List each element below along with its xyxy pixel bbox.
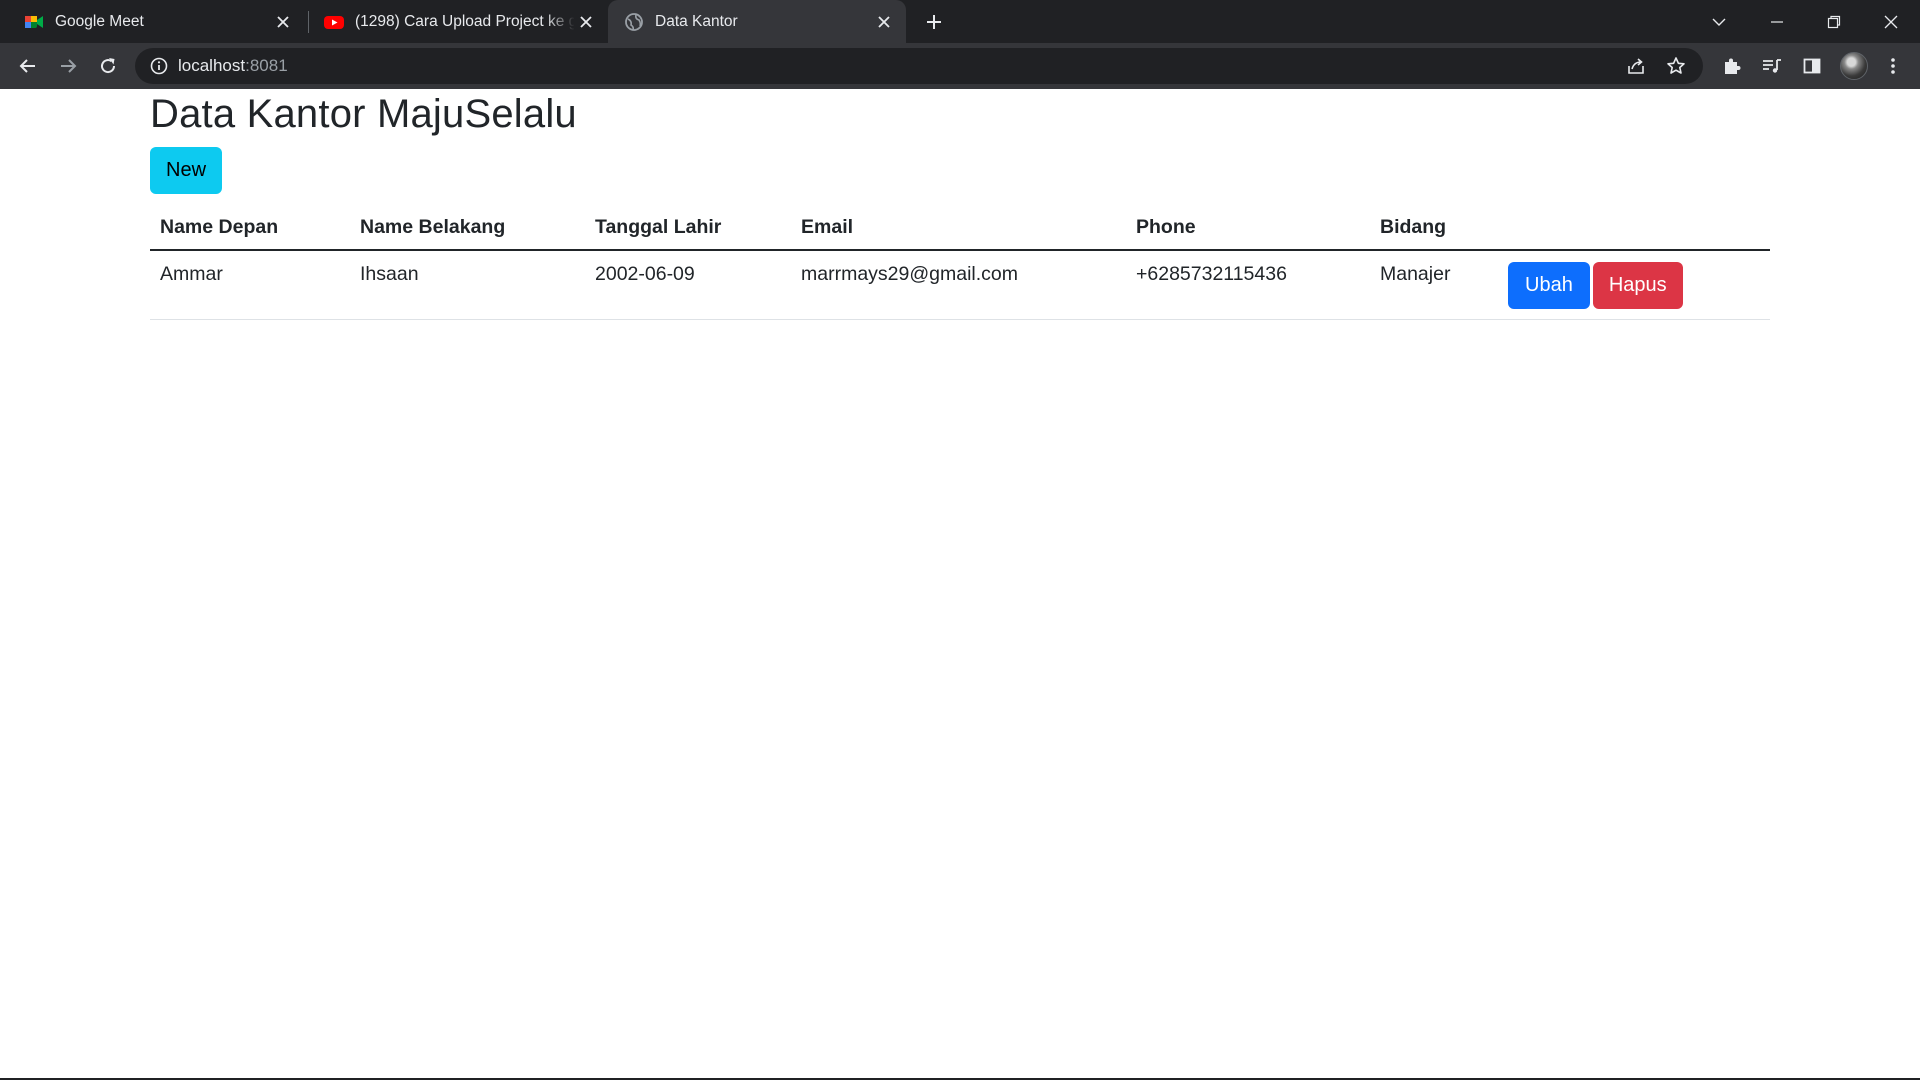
minimize-button[interactable] xyxy=(1748,0,1805,43)
cell-tanggal-lahir: 2002-06-09 xyxy=(585,250,791,320)
cell-email: marrmays29@gmail.com xyxy=(791,250,1126,320)
address-bar[interactable]: localhost:8081 xyxy=(135,48,1703,84)
header-tanggal-lahir: Tanggal Lahir xyxy=(585,204,791,251)
share-icon[interactable] xyxy=(1625,55,1647,77)
reload-icon xyxy=(101,58,116,74)
google-meet-icon xyxy=(25,15,43,28)
minimize-icon xyxy=(1770,20,1783,23)
tab-search-button[interactable] xyxy=(1690,0,1747,43)
chevron-down-icon xyxy=(1712,18,1725,26)
info-icon[interactable] xyxy=(149,56,169,76)
header-actions xyxy=(1498,204,1770,251)
media-controls-button[interactable] xyxy=(1759,53,1785,79)
globe-icon xyxy=(625,12,643,31)
tab-title-fade xyxy=(545,0,575,43)
extensions-button[interactable] xyxy=(1719,53,1745,79)
youtube-icon xyxy=(324,15,344,29)
header-bidang: Bidang xyxy=(1370,204,1498,251)
tab-data-kantor[interactable]: Data Kantor xyxy=(608,0,906,43)
new-button[interactable]: New xyxy=(150,147,223,194)
header-email: Email xyxy=(791,204,1126,251)
employee-table: Name Depan Name Belakang Tanggal Lahir E… xyxy=(150,204,1770,320)
reload-button[interactable] xyxy=(93,51,123,81)
arrow-left-icon xyxy=(19,59,35,73)
bookmark-star-icon[interactable] xyxy=(1665,55,1687,77)
back-button[interactable] xyxy=(13,51,43,81)
side-panel-button[interactable] xyxy=(1799,53,1825,79)
close-icon xyxy=(1884,15,1897,28)
tab-separator xyxy=(308,11,309,33)
new-tab-button[interactable] xyxy=(919,7,949,37)
close-window-button[interactable] xyxy=(1862,0,1919,43)
tab-title: (1298) Cara Upload Project ke github xyxy=(355,12,574,30)
close-tab-icon[interactable] xyxy=(872,10,896,34)
url-text[interactable]: localhost:8081 xyxy=(178,48,288,84)
restore-button[interactable] xyxy=(1805,0,1862,43)
edit-button[interactable]: Ubah xyxy=(1508,262,1590,309)
tab-title: Google Meet xyxy=(55,12,144,30)
page-container: Data Kantor MajuSelalu New Name Depan Na… xyxy=(150,89,1770,320)
browser-menu-button[interactable] xyxy=(1880,53,1906,79)
cell-bidang: Manajer xyxy=(1370,250,1498,320)
page-title: Data Kantor MajuSelalu xyxy=(150,92,577,136)
web-page: Data Kantor MajuSelalu New Name Depan Na… xyxy=(0,89,1920,1078)
close-tab-icon[interactable] xyxy=(574,10,598,34)
header-name-depan: Name Depan xyxy=(150,204,350,251)
table-header-row: Name Depan Name Belakang Tanggal Lahir E… xyxy=(150,204,1770,251)
restore-icon xyxy=(1827,15,1840,28)
cell-name-depan: Ammar xyxy=(150,250,350,320)
side-panel-icon xyxy=(1803,58,1821,74)
delete-button[interactable]: Hapus xyxy=(1592,262,1683,309)
cell-actions: Ubah Hapus xyxy=(1498,250,1770,320)
browser-toolbar: localhost:8081 xyxy=(0,43,1920,89)
close-tab-icon[interactable] xyxy=(271,10,295,34)
tab-google-meet[interactable]: Google Meet xyxy=(0,0,305,43)
profile-avatar[interactable] xyxy=(1840,52,1868,80)
plus-icon xyxy=(927,15,941,29)
table-row: Ammar Ihsaan 2002-06-09 marrmays29@gmail… xyxy=(150,250,1770,320)
tab-strip: Google Meet (1298) Cara Upload Project k… xyxy=(0,0,1920,43)
cell-name-belakang: Ihsaan xyxy=(350,250,585,320)
forward-button[interactable] xyxy=(53,51,83,81)
puzzle-icon xyxy=(1725,58,1741,74)
url-port: :8081 xyxy=(245,56,288,75)
tab-title: Data Kantor xyxy=(655,12,738,30)
playlist-icon xyxy=(1763,59,1781,73)
header-name-belakang: Name Belakang xyxy=(350,204,585,251)
cell-phone: +6285732115436 xyxy=(1126,250,1370,320)
more-vert-icon xyxy=(1891,58,1895,74)
header-phone: Phone xyxy=(1126,204,1370,251)
url-host: localhost xyxy=(178,56,246,75)
arrow-right-icon xyxy=(61,59,77,73)
